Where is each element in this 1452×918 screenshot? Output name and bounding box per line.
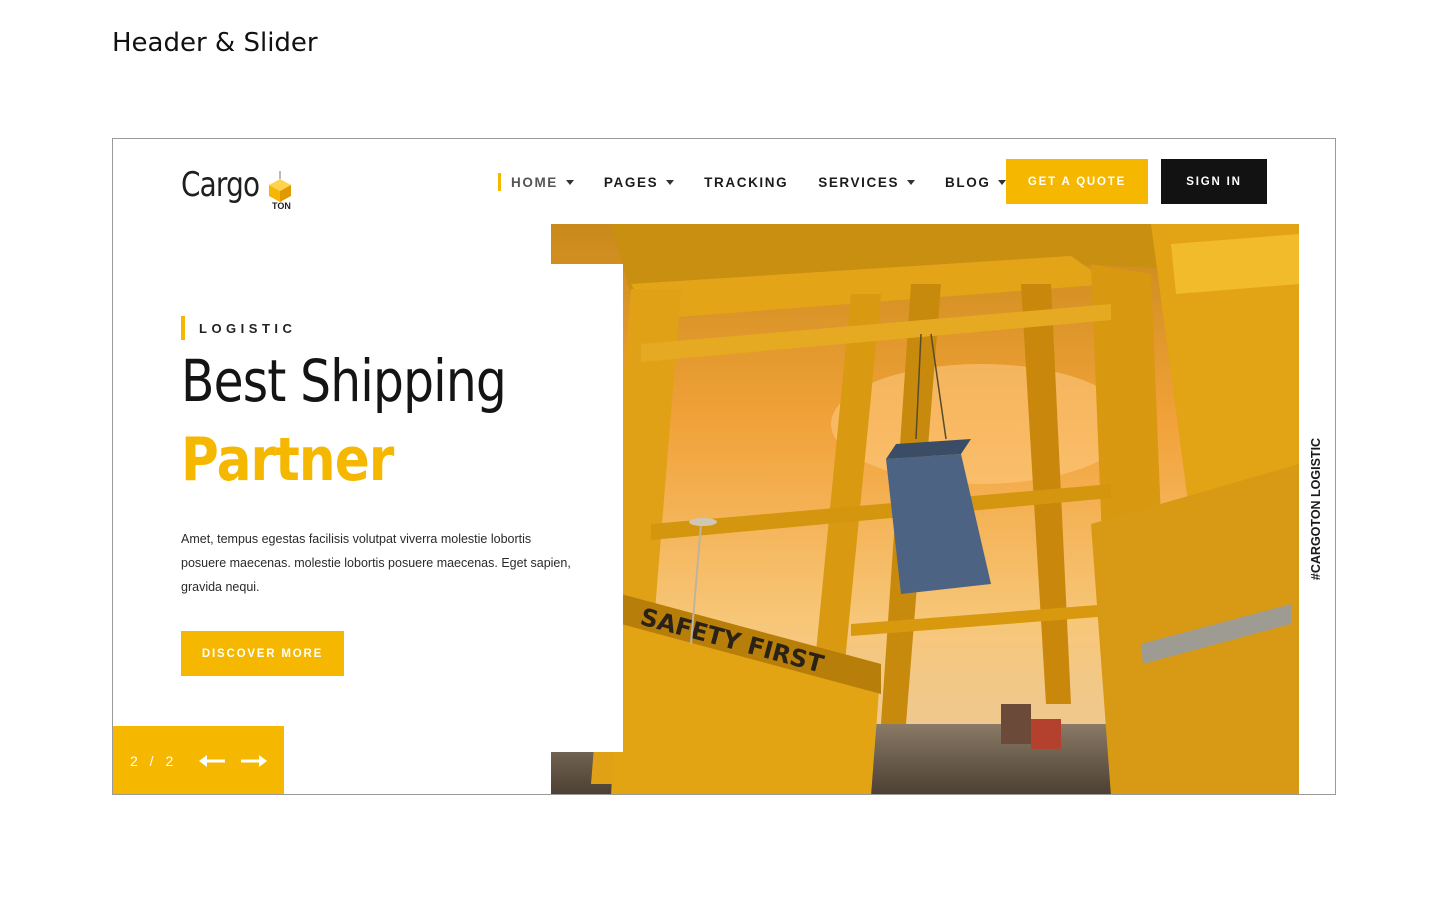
- image-notch: [551, 264, 623, 752]
- nav-item-blog[interactable]: BLOG: [945, 174, 1007, 190]
- site-logo[interactable]: Cargo TON: [181, 157, 311, 217]
- arrow-left-icon[interactable]: [199, 754, 227, 768]
- hero-description: Amet, tempus egestas facilisis volutpat …: [181, 532, 571, 594]
- active-indicator: [498, 173, 501, 191]
- nav-item-label: HOME: [511, 174, 558, 190]
- vertical-caption: #CARGOTON LOGISTIC: [1309, 437, 1323, 581]
- nav-item-label: BLOG: [945, 174, 991, 190]
- document-heading: Header & Slider: [112, 28, 318, 58]
- discover-more-button[interactable]: DISCOVER MORE: [181, 631, 344, 676]
- hero-image: SAFETY FIRST: [551, 224, 1299, 794]
- eyebrow-text: LOGISTIC: [199, 320, 297, 336]
- logo-wordmark: Cargo: [181, 165, 260, 205]
- hero-eyebrow: LOGISTIC: [181, 316, 296, 340]
- nav-item-label: PAGES: [603, 174, 659, 190]
- slider-pager: 2 / 2: [113, 726, 284, 794]
- nav-item-tracking[interactable]: TRACKING: [704, 175, 788, 190]
- nav-item-label: TRACKING: [704, 174, 789, 190]
- logo-suffix: TON: [272, 201, 291, 211]
- eyebrow-bar: [181, 316, 185, 340]
- website-preview: Cargo TON HOME PAGES TRACKING SERVICES B…: [112, 138, 1336, 795]
- hero-title-highlight: Partner: [181, 425, 394, 495]
- sign-in-button[interactable]: SIGN IN: [1161, 159, 1267, 204]
- nav-item-pages[interactable]: PAGES: [603, 174, 675, 190]
- get-a-quote-button[interactable]: GET A QUOTE: [1006, 159, 1148, 204]
- cube-icon: [269, 171, 291, 202]
- slide-counter: 2 / 2: [130, 753, 178, 769]
- chevron-down-icon: [907, 179, 916, 185]
- chevron-down-icon: [565, 179, 574, 185]
- main-navigation: HOME PAGES TRACKING SERVICES BLOG: [498, 159, 1036, 205]
- hero-title: Best Shipping: [181, 347, 507, 415]
- arrow-right-icon[interactable]: [239, 754, 268, 768]
- chevron-down-icon: [666, 179, 675, 185]
- nav-item-home[interactable]: HOME: [498, 173, 574, 191]
- nav-item-services[interactable]: SERVICES: [818, 174, 916, 190]
- nav-item-label: SERVICES: [818, 174, 900, 190]
